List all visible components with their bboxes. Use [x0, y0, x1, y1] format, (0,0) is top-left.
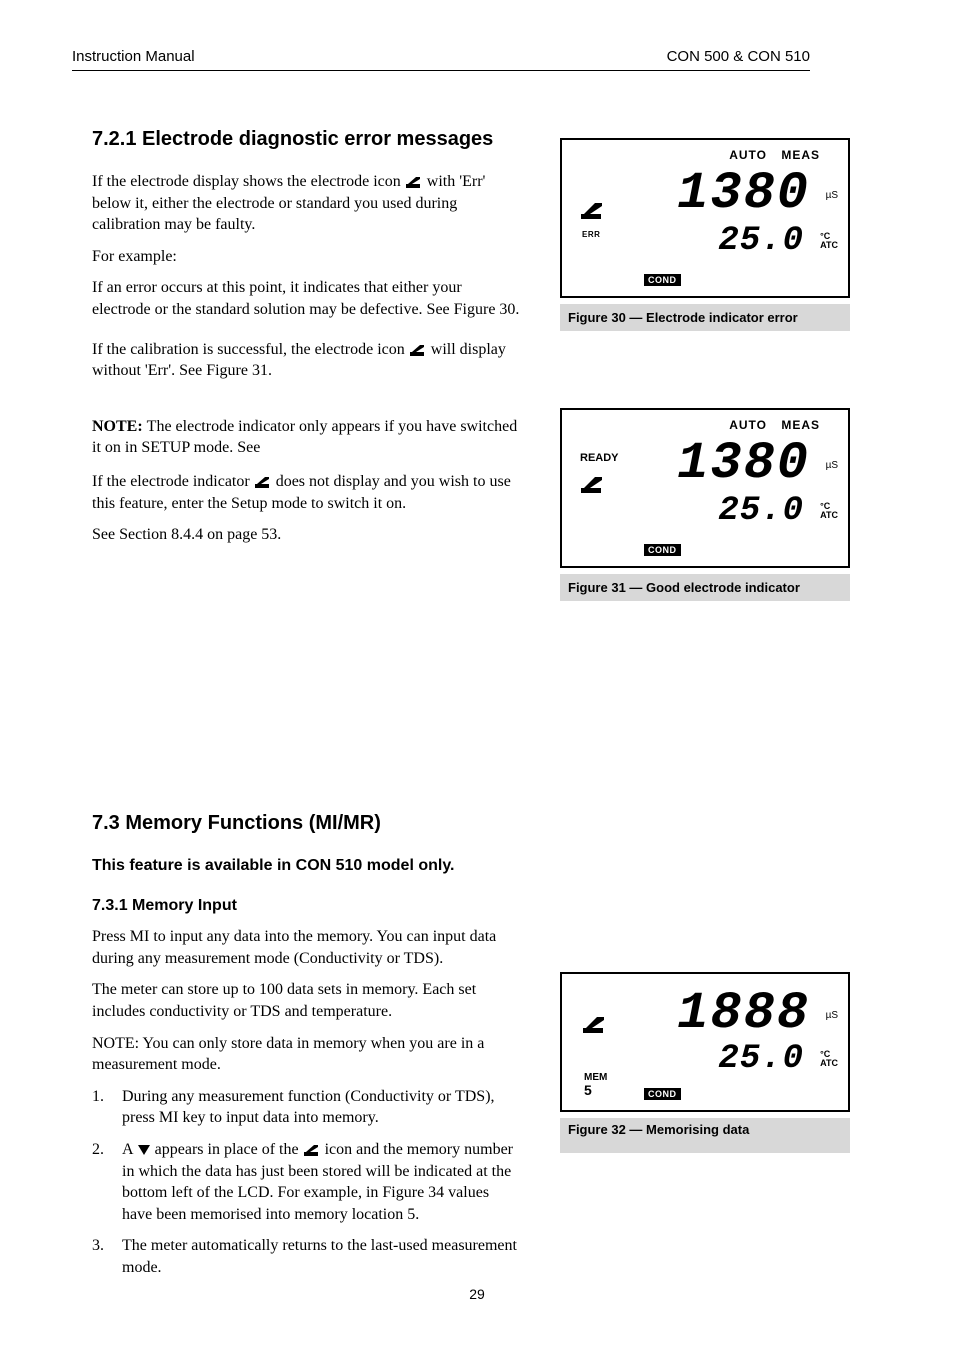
s721-p4: If the calibration is successful, the el… — [92, 339, 522, 382]
figure-30-lcd: AUTO MEAS 1380 µS 25.0 °C ATC ERR COND — [560, 138, 850, 298]
figure-31-caption: Figure 31 — Good electrode indicator — [560, 574, 850, 601]
lcd-main-value: 1380 — [677, 434, 810, 493]
lcd-sec-unit: °C ATC — [820, 502, 838, 520]
lcd-main-unit: µS — [826, 190, 838, 201]
s721-note-b: The electrode indicator only appears if … — [92, 418, 517, 457]
s731-title: 7.3.1 Memory Input — [92, 895, 522, 917]
step-text: During any measurement function (Conduct… — [122, 1088, 495, 1127]
step-num: 1. — [92, 1086, 104, 1108]
electrode-icon — [580, 200, 606, 225]
s73-step2: 2. A appears in place of the icon and th… — [92, 1139, 522, 1225]
page-number: 29 — [0, 1286, 954, 1302]
lcd-ready: READY — [580, 452, 619, 464]
s721-p6: See Section 8.4.4 on page 53. — [92, 524, 522, 546]
triangle-down-icon — [137, 1144, 151, 1156]
figure-31-lcd: AUTO MEAS READY 1380 µS 25.0 °C ATC COND — [560, 408, 850, 568]
electrode-icon — [405, 175, 423, 189]
step2-b: appears in place of the — [155, 1141, 303, 1158]
lcd-sec-value: 25.0 — [718, 222, 804, 260]
lcd-top-row: AUTO MEAS — [719, 418, 820, 432]
s73-step3: 3. The meter automatically returns to th… — [92, 1235, 522, 1278]
step2-a: A — [122, 1141, 137, 1158]
section-721-title: 7.2.1 Electrode diagnostic error message… — [92, 126, 522, 153]
step-num: 2. — [92, 1139, 104, 1161]
s73-intro: This feature is available in CON 510 mod… — [92, 855, 522, 877]
figure-mem-caption: Figure 32 — Memorising data — [560, 1118, 850, 1153]
lcd-auto: AUTO — [729, 418, 767, 432]
lcd-mode: COND — [644, 544, 681, 556]
lcd-sec-value: 25.0 — [718, 1040, 804, 1078]
section-73-title: 7.3 Memory Functions (MI/MR) — [92, 810, 522, 837]
header-model: CON 500 & CON 510 — [667, 48, 810, 65]
lcd-auto: AUTO — [729, 148, 767, 162]
lcd-sec-unit: °C ATC — [820, 232, 838, 250]
figure-mem-lcd: 1888 µS 25.0 °C ATC MEM 5 COND — [560, 972, 850, 1112]
electrode-icon — [409, 343, 427, 357]
s721-p3: If an error occurs at this point, it ind… — [92, 277, 522, 320]
lcd-meas: MEAS — [781, 418, 820, 432]
s73-p3: NOTE: You can only store data in memory … — [92, 1033, 522, 1076]
s73-step1: 1. During any measurement function (Cond… — [92, 1086, 522, 1129]
lcd-main-value: 1888 — [677, 984, 810, 1043]
step-text: The meter automatically returns to the l… — [122, 1237, 517, 1276]
lcd-main-value: 1380 — [677, 164, 810, 223]
lcd-mode: COND — [644, 274, 681, 286]
header-rule — [72, 70, 810, 71]
s73-p2: The meter can store up to 100 data sets … — [92, 979, 522, 1022]
electrode-icon — [582, 1014, 608, 1039]
lcd-mem-num: 5 — [584, 1082, 592, 1098]
lcd-mode: COND — [644, 1088, 681, 1100]
lcd-top-row: AUTO MEAS — [719, 148, 820, 162]
s721-p5a: If the electrode indicator — [92, 473, 254, 490]
electrode-icon — [303, 1143, 321, 1157]
s721-note-a: NOTE: — [92, 418, 147, 435]
electrode-icon — [254, 475, 272, 489]
s721-p5: If the electrode indicator does not disp… — [92, 471, 522, 514]
s721-note: NOTE: The electrode indicator only appea… — [92, 416, 522, 459]
figure-30-caption: Figure 30 — Electrode indicator error — [560, 304, 850, 331]
s721-p1: If the electrode display shows the elect… — [92, 171, 522, 236]
lcd-main-unit: µS — [826, 1010, 838, 1021]
lcd-mem: MEM 5 — [584, 1073, 607, 1098]
lcd-sec-unit: °C ATC — [820, 1050, 838, 1068]
step-num: 3. — [92, 1235, 104, 1257]
header-doc-title: Instruction Manual — [72, 48, 195, 65]
s721-p4a: If the calibration is successful, the el… — [92, 341, 409, 358]
lcd-sec-value: 25.0 — [718, 492, 804, 530]
s73-p1: Press MI to input any data into the memo… — [92, 926, 522, 969]
electrode-icon — [580, 474, 606, 499]
lcd-main-unit: µS — [826, 460, 838, 471]
s721-p1a: If the electrode display shows the elect… — [92, 173, 405, 190]
lcd-meas: MEAS — [781, 148, 820, 162]
s721-p2: For example: — [92, 246, 522, 268]
lcd-err-text: ERR — [582, 230, 600, 239]
